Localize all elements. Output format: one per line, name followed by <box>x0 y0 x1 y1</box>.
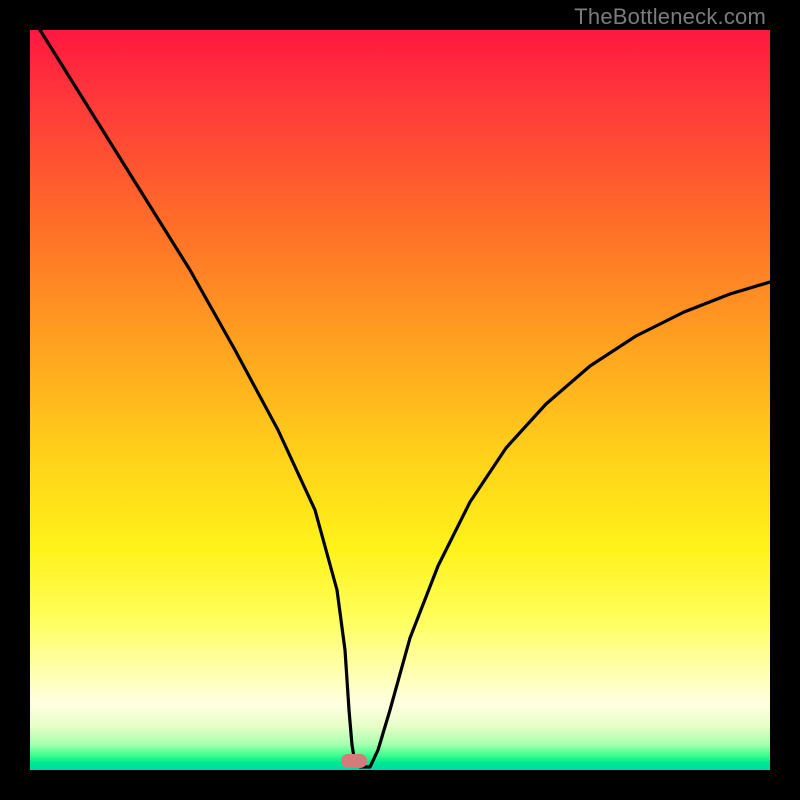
chart-frame <box>0 0 800 800</box>
attribution-text: TheBottleneck.com <box>574 4 766 30</box>
